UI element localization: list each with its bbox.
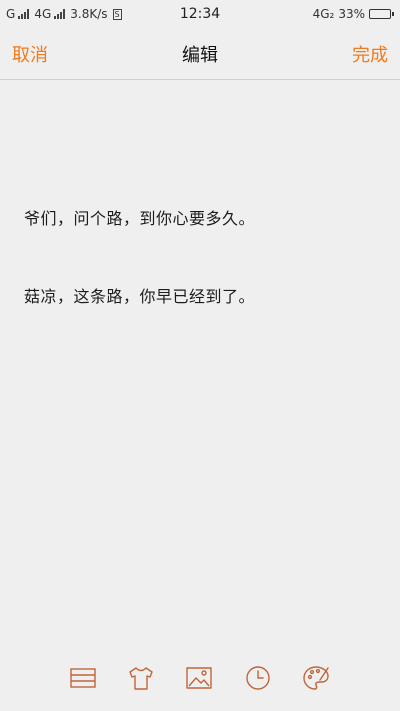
- status-bar: G 4G 3.8K/s S 12:34 4G₂ 33%: [0, 0, 400, 28]
- battery-percent: 33%: [338, 7, 365, 21]
- network-type: 4G₂: [312, 7, 335, 21]
- shirt-icon[interactable]: [126, 663, 156, 693]
- palette-icon[interactable]: [301, 663, 331, 693]
- clock-icon[interactable]: [243, 663, 273, 693]
- cancel-button[interactable]: 取消: [12, 41, 48, 67]
- note-line[interactable]: 爷们，问个路，到你心要多久。: [24, 205, 255, 229]
- signal-icon-2: [54, 9, 66, 19]
- speed-badge-icon: S: [112, 8, 122, 20]
- status-left: G 4G 3.8K/s S: [6, 7, 156, 21]
- note-line[interactable]: 菇凉，这条路，你早已经到了。: [24, 283, 255, 307]
- battery-icon: [369, 9, 394, 19]
- done-button[interactable]: 完成: [352, 41, 388, 67]
- list-icon[interactable]: [68, 663, 98, 693]
- status-right: 4G₂ 33%: [313, 7, 394, 21]
- image-icon[interactable]: [184, 663, 214, 693]
- signal-icon: [18, 9, 30, 19]
- nav-bar: 取消 编辑 完成: [0, 28, 400, 80]
- note-editor[interactable]: 爷们，问个路，到你心要多久。 菇凉，这条路，你早已经到了。: [0, 81, 400, 641]
- carrier1-label: G: [6, 7, 16, 21]
- page-title: 编辑: [182, 44, 218, 66]
- bottom-toolbar: [0, 663, 400, 693]
- network-speed: 3.8K/s: [70, 7, 108, 21]
- carrier2-label: 4G: [34, 7, 52, 21]
